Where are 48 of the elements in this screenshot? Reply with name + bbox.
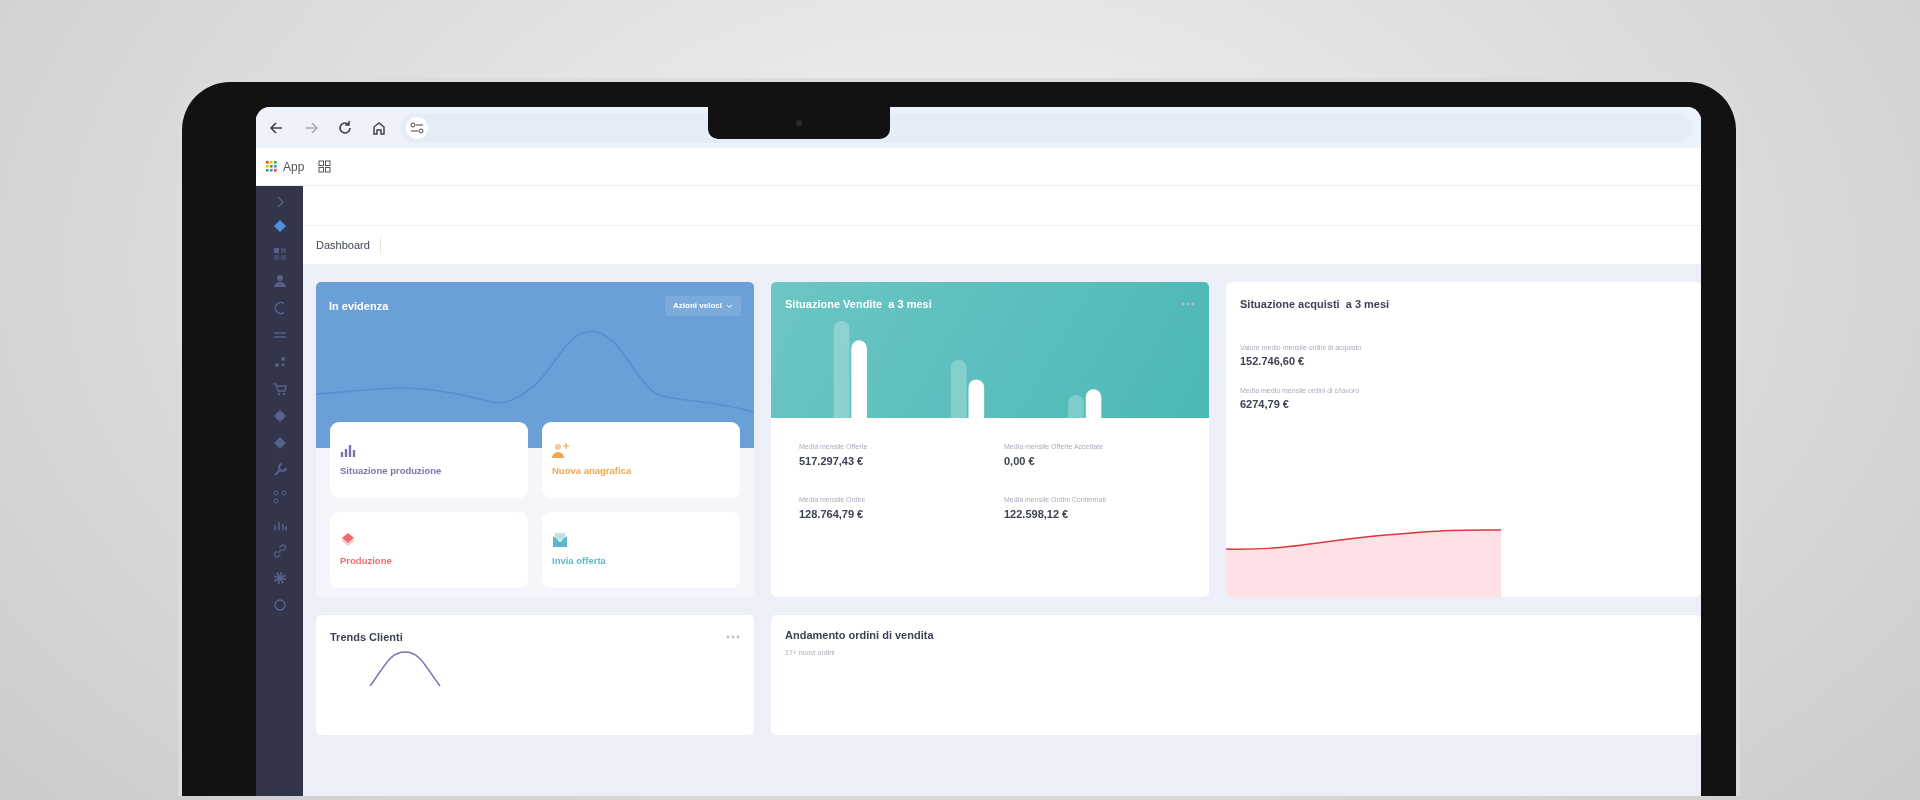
bar-chart-icon xyxy=(340,442,356,458)
nodes-menu-item[interactable] xyxy=(271,489,288,505)
shortcut-tile[interactable]: Produzione xyxy=(330,512,528,588)
layers-icon xyxy=(340,532,356,548)
quick-actions-dropdown[interactable]: Azioni veloci xyxy=(665,296,741,316)
person-menu-item[interactable] xyxy=(271,273,288,289)
breadcrumb-item[interactable]: Dashboard xyxy=(316,236,381,254)
circle-menu-item[interactable] xyxy=(271,597,288,613)
envelope-icon xyxy=(552,532,568,548)
gear-menu-item[interactable] xyxy=(271,570,288,586)
circle-icon xyxy=(271,597,288,613)
more-button[interactable] xyxy=(726,635,740,640)
card-title: Situazione Vendite a 3 mesi xyxy=(785,297,932,312)
shortcut-tile[interactable]: Nuova anagrafica xyxy=(542,422,740,498)
gear-icon xyxy=(271,570,288,586)
reload-icon xyxy=(336,118,354,137)
card-title: Andamento ordini di vendita xyxy=(785,628,935,643)
bookmark-button[interactable] xyxy=(318,160,332,173)
cart-icon xyxy=(271,381,288,397)
user-add-icon xyxy=(552,442,570,458)
shortcut-tile[interactable]: Invia offerta xyxy=(542,512,740,588)
more-button[interactable] xyxy=(1181,302,1195,307)
tune-icon xyxy=(410,121,424,134)
stat-value: 6274,79 € xyxy=(1240,397,1290,412)
stat-value: 122.598,12 € xyxy=(1004,506,1070,522)
camera-icon xyxy=(796,120,802,126)
stat-value: 152.746,60 € xyxy=(1240,354,1306,369)
person-icon xyxy=(271,273,288,289)
more-icon xyxy=(726,635,740,640)
stat-value: 128.764,79 € xyxy=(799,506,865,522)
shortcut-tile[interactable]: Situazione produzione xyxy=(330,422,528,498)
site-settings-button[interactable] xyxy=(406,116,428,139)
grid-icon xyxy=(271,246,288,262)
link-icon xyxy=(271,543,288,559)
link-menu-item[interactable] xyxy=(271,543,288,559)
card-title: In evidenza xyxy=(329,298,389,314)
apps-icon xyxy=(266,161,277,172)
nodes-icon xyxy=(271,489,288,505)
caret-icon xyxy=(726,303,733,309)
grid-icon xyxy=(318,160,332,173)
stat-value: 0,00 € xyxy=(1004,453,1036,469)
cart-menu-item[interactable] xyxy=(271,381,288,397)
stat-value: 517.297,43 € xyxy=(799,453,865,469)
card-title: Trends Clienti xyxy=(330,630,403,645)
card-title: Situazione acquisti a 3 mesi xyxy=(1239,297,1391,312)
more-icon xyxy=(1181,302,1195,307)
bookmark[interactable]: App xyxy=(266,157,305,176)
grid-menu-item[interactable] xyxy=(271,246,288,262)
